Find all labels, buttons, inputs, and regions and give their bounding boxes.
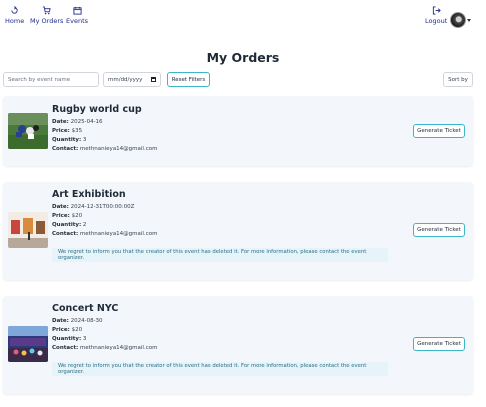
quantity-label: Quantity: — [52, 336, 82, 342]
price-value: $35 — [71, 128, 83, 134]
nav-events[interactable]: Events — [66, 6, 88, 25]
order-card: Rugby world cup Date: 2025-04-16 Price: … — [3, 96, 473, 166]
reset-filters-button[interactable]: Reset Filters — [167, 72, 210, 87]
calendar-picker-icon[interactable] — [151, 77, 156, 82]
quantity-label: Quantity: — [52, 137, 82, 143]
order-price: Price: $20 — [52, 327, 82, 333]
home-icon — [11, 6, 18, 14]
contact-value: methnanieya14@gmail.com — [79, 146, 158, 152]
nav-my-orders[interactable]: My Orders — [30, 6, 63, 25]
logout-icon — [432, 6, 441, 15]
search-placeholder: Search by event name — [8, 76, 71, 83]
event-thumbnail-rugby — [8, 113, 48, 149]
calendar-icon — [72, 6, 82, 15]
order-card: Concert NYC Date: 2024-08-30 Price: $20 … — [3, 296, 473, 394]
search-input[interactable]: Search by event name — [3, 72, 99, 87]
contact-label: Contact: — [52, 345, 79, 351]
event-thumbnail-art — [8, 212, 48, 248]
nav-home[interactable]: Home — [5, 6, 24, 25]
order-date: Date: 2024-08-30 — [52, 318, 103, 324]
order-contact: Contact: methnanieya14@gmail.com — [52, 345, 157, 351]
contact-label: Contact: — [52, 146, 79, 152]
price-value: $20 — [71, 327, 83, 333]
nav-home-label: Home — [5, 17, 25, 25]
sort-by-select[interactable]: Sort by — [443, 72, 473, 87]
filter-bar: Search by event name mm/dd/yyyy Reset Fi… — [0, 72, 486, 88]
price-value: $20 — [71, 213, 83, 219]
quantity-label: Quantity: — [52, 222, 82, 228]
order-contact: Contact: methnanieya14@gmail.com — [52, 146, 157, 152]
nav-logout[interactable]: Logout — [425, 6, 447, 25]
date-value: 2025-04-16 — [70, 119, 103, 125]
date-label: Date: — [52, 119, 69, 125]
cart-icon — [43, 6, 51, 15]
date-placeholder: mm/dd/yyyy — [108, 76, 143, 83]
nav-events-label: Events — [66, 17, 89, 25]
date-value: 2024-12-31T00:00:00Z — [70, 204, 135, 210]
date-label: Date: — [52, 204, 69, 210]
event-title: Concert NYC — [52, 303, 119, 314]
order-date: Date: 2024-12-31T00:00:00Z — [52, 204, 134, 210]
date-filter-input[interactable]: mm/dd/yyyy — [103, 72, 161, 87]
page-title: My Orders — [206, 50, 280, 65]
contact-value: methnanieya14@gmail.com — [79, 231, 158, 237]
price-label: Price: — [52, 213, 70, 219]
quantity-value: 3 — [82, 336, 87, 342]
price-label: Price: — [52, 327, 70, 333]
avatar[interactable] — [450, 12, 466, 28]
top-navbar: Home My Orders Events Logout — [0, 0, 486, 40]
generate-ticket-button[interactable]: Generate Ticket — [413, 337, 465, 351]
event-title: Art Exhibition — [52, 189, 126, 200]
order-price: Price: $20 — [52, 213, 82, 219]
date-label: Date: — [52, 318, 69, 324]
event-deleted-notice: We regret to inform you that the creator… — [52, 362, 388, 376]
order-card: Art Exhibition Date: 2024-12-31T00:00:00… — [3, 182, 473, 280]
order-quantity: Quantity: 2 — [52, 222, 86, 228]
order-contact: Contact: methnanieya14@gmail.com — [52, 231, 157, 237]
generate-ticket-button[interactable]: Generate Ticket — [413, 223, 465, 237]
generate-ticket-button[interactable]: Generate Ticket — [413, 124, 465, 138]
contact-value: methnanieya14@gmail.com — [79, 345, 158, 351]
order-date: Date: 2025-04-16 — [52, 119, 103, 125]
order-quantity: Quantity: 3 — [52, 336, 86, 342]
contact-label: Contact: — [52, 231, 79, 237]
date-value: 2024-08-30 — [70, 318, 103, 324]
event-thumbnail-concert — [8, 326, 48, 362]
price-label: Price: — [52, 128, 70, 134]
event-deleted-notice: We regret to inform you that the creator… — [52, 248, 388, 262]
chevron-down-icon[interactable] — [467, 19, 471, 22]
nav-logout-label: Logout — [425, 17, 448, 25]
quantity-value: 2 — [82, 222, 87, 228]
order-quantity: Quantity: 3 — [52, 137, 86, 143]
event-title: Rugby world cup — [52, 104, 142, 115]
order-price: Price: $35 — [52, 128, 82, 134]
quantity-value: 3 — [82, 137, 87, 143]
nav-orders-label: My Orders — [30, 17, 64, 25]
